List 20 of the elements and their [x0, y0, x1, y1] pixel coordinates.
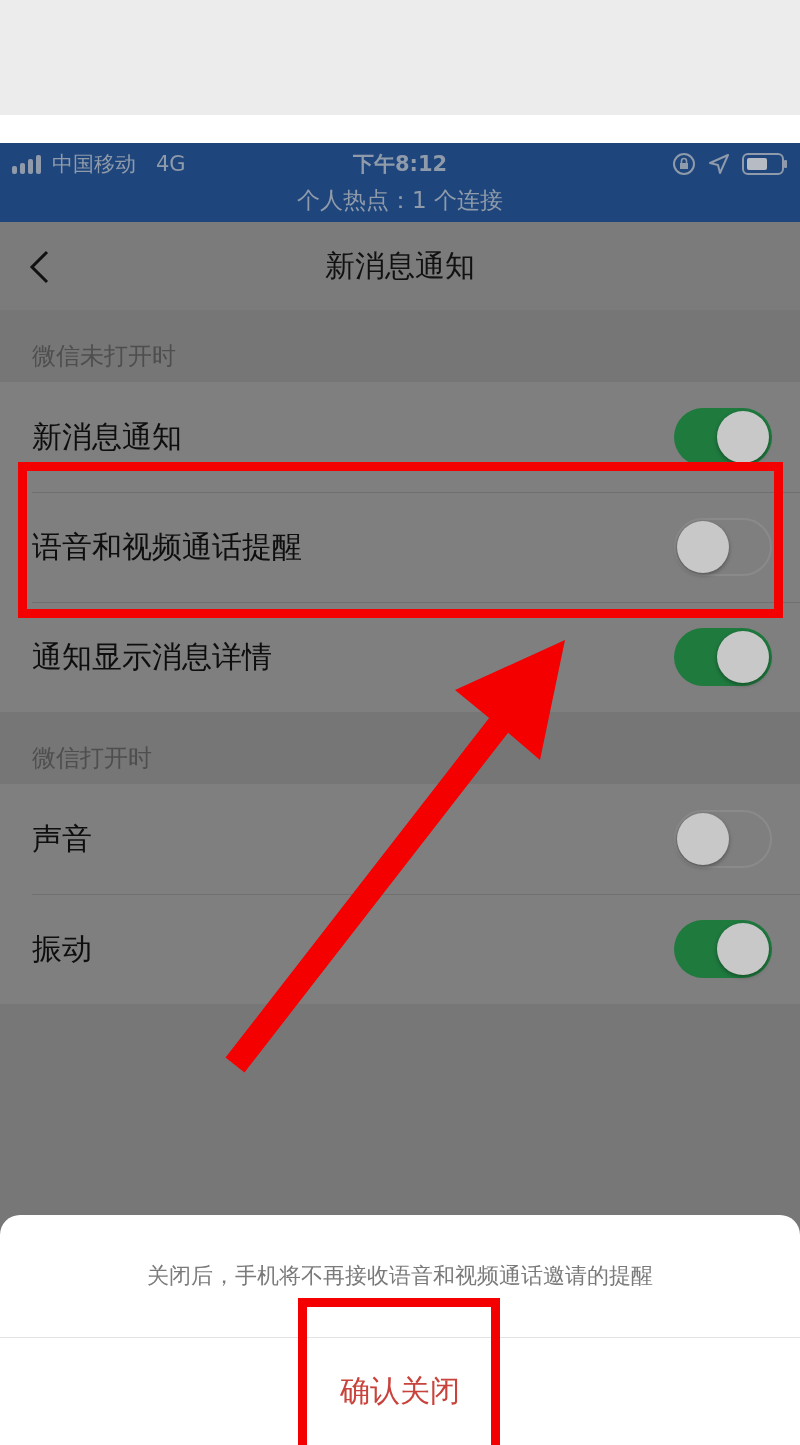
battery-icon: [742, 153, 788, 175]
confirm-close-button[interactable]: 确认关闭: [328, 1363, 472, 1420]
location-arrow-icon: [708, 153, 730, 175]
signal-icon: [12, 154, 44, 174]
toggle-switch[interactable]: [674, 628, 772, 686]
setting-label: 语音和视频通话提醒: [32, 527, 303, 566]
setting-label: 振动: [32, 929, 93, 968]
toggle-switch[interactable]: [674, 920, 772, 978]
setting-label: 通知显示消息详情: [32, 637, 273, 676]
network-type: 4G: [156, 152, 186, 176]
page-title: 新消息通知: [325, 246, 475, 285]
toggle-switch[interactable]: [674, 518, 772, 576]
setting-label: 新消息通知: [32, 417, 183, 456]
back-icon[interactable]: [28, 250, 50, 284]
carrier-name: 中国移动: [52, 151, 136, 178]
hotspot-status: 个人热点：1 个连接: [296, 186, 504, 215]
setting-label: 声音: [32, 819, 93, 858]
sheet-message: 关闭后，手机将不再接收语音和视频通话邀请的提醒: [147, 1262, 653, 1290]
clock-time: 下午8:12: [352, 151, 448, 178]
rotation-lock-icon: [672, 152, 696, 176]
